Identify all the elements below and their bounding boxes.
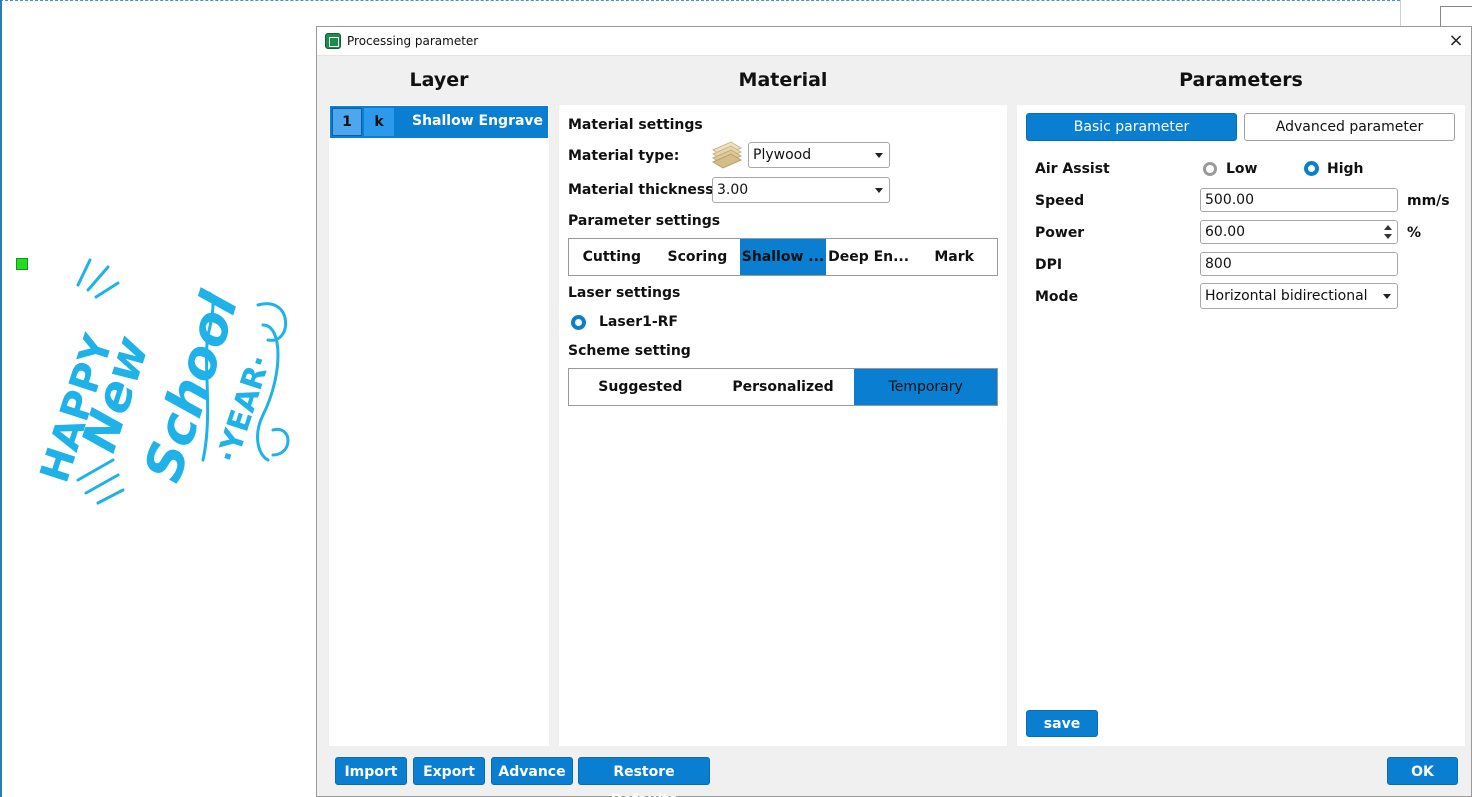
tab-basic-parameter[interactable]: Basic parameter — [1026, 113, 1237, 141]
layer-mode: k — [364, 108, 394, 136]
material-settings-heading: Material settings — [568, 117, 703, 133]
air-assist-low-radio[interactable] — [1203, 162, 1217, 176]
air-assist-high-label: High — [1327, 161, 1364, 177]
tab-scoring[interactable]: Scoring — [655, 239, 741, 275]
scheme-tabs: Suggested Personalized Temporary — [568, 368, 998, 406]
power-input[interactable]: 60.00 — [1200, 220, 1398, 244]
speed-label: Speed — [1035, 193, 1085, 209]
material-type-label: Material type: — [568, 148, 680, 164]
laser1-label: Laser1-RF — [599, 314, 678, 330]
material-thickness-label: Material thickness: — [568, 182, 720, 198]
material-type-select[interactable]: Plywood — [748, 142, 890, 168]
power-value: 60.00 — [1205, 224, 1246, 240]
chevron-down-icon — [1383, 294, 1391, 299]
stepper-arrows-icon[interactable] — [1384, 223, 1392, 241]
tab-shallow-engrave[interactable]: Shallow ... — [740, 239, 826, 275]
happy-new-school-year-artwork[interactable]: HAPPY New School ·YEAR· — [18, 255, 298, 515]
parameter-settings-heading: Parameter settings — [568, 213, 721, 229]
dpi-input[interactable]: 800 — [1200, 252, 1398, 276]
advance-button[interactable]: Advance — [491, 757, 573, 785]
plywood-icon — [711, 141, 743, 169]
dialog-titlebar[interactable]: Processing parameter × — [317, 27, 1471, 56]
laser1-radio[interactable] — [571, 315, 586, 330]
tab-suggested[interactable]: Suggested — [569, 369, 712, 405]
material-thickness-select[interactable]: 3.00 — [712, 177, 890, 203]
layer-name: Shallow Engrave — [412, 113, 544, 129]
chevron-down-icon — [875, 188, 883, 193]
scheme-setting-heading: Scheme setting — [568, 343, 691, 359]
air-assist-high-radio[interactable] — [1304, 161, 1319, 176]
layer-column-title: Layer — [409, 69, 469, 91]
process-type-tabs: Cutting Scoring Shallow ... Deep En... M… — [568, 238, 998, 276]
dialog-title: Processing parameter — [347, 34, 479, 48]
mode-select[interactable]: Horizontal bidirectional — [1200, 283, 1398, 309]
tab-deep-engrave[interactable]: Deep En... — [826, 239, 912, 275]
export-button[interactable]: Export — [413, 757, 485, 785]
power-label: Power — [1035, 225, 1085, 241]
dpi-label: DPI — [1035, 257, 1063, 273]
import-button[interactable]: Import — [335, 757, 407, 785]
canvas-boundary-left — [0, 0, 2, 797]
close-icon[interactable]: × — [1445, 30, 1467, 52]
chevron-down-icon — [875, 153, 883, 158]
tab-advanced-parameter[interactable]: Advanced parameter — [1244, 113, 1455, 141]
air-assist-low-label: Low — [1226, 161, 1258, 177]
tab-temporary[interactable]: Temporary — [854, 369, 998, 405]
processing-parameter-dialog: Processing parameter × Layer Material Pa… — [316, 26, 1472, 797]
app-logo-icon — [325, 33, 341, 49]
laser-settings-heading: Laser settings — [568, 285, 681, 301]
speed-unit: mm/s — [1407, 193, 1450, 209]
air-assist-label: Air Assist — [1035, 161, 1110, 177]
material-column-title: Material — [738, 69, 828, 91]
layer-number: 1 — [332, 108, 362, 136]
parameters-panel: Basic parameter Advanced parameter Air A… — [1017, 105, 1465, 746]
material-panel: Material settings Material type: Plywood… — [559, 105, 1007, 746]
restore-defaults-button[interactable]: Restore Defaults — [578, 757, 710, 797]
tab-mark[interactable]: Mark — [911, 239, 997, 275]
material-type-value: Plywood — [753, 147, 812, 163]
tab-personalized[interactable]: Personalized — [712, 369, 855, 405]
canvas-boundary-top — [0, 0, 1400, 2]
ok-button[interactable]: OK — [1387, 757, 1458, 785]
tab-cutting[interactable]: Cutting — [569, 239, 655, 275]
power-unit: % — [1407, 225, 1422, 241]
speed-input[interactable]: 500.00 — [1200, 188, 1398, 212]
parameters-column-title: Parameters — [1179, 69, 1303, 91]
layer-panel: 1 k Shallow Engrave — [329, 105, 549, 746]
layer-row[interactable]: 1 k Shallow Engrave — [330, 106, 548, 138]
mode-value: Horizontal bidirectional — [1205, 288, 1368, 304]
save-button[interactable]: save — [1026, 710, 1098, 737]
mode-label: Mode — [1035, 289, 1079, 305]
material-thickness-value: 3.00 — [717, 182, 749, 198]
